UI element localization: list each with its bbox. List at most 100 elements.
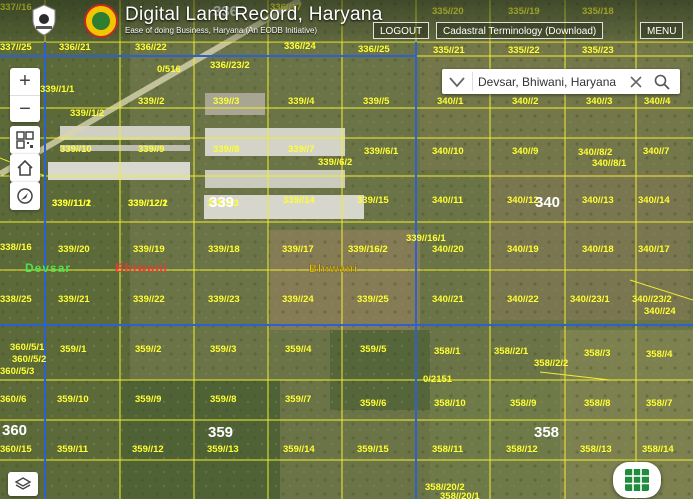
parcel-label[interactable]: 339//19 [133, 244, 165, 255]
logout-button[interactable]: LOGOUT [373, 22, 430, 39]
parcel-label[interactable]: 359//1 [60, 344, 87, 355]
parcel-label[interactable]: 360//5/3 [0, 366, 34, 377]
parcel-label[interactable]: 339//16/2 [348, 244, 388, 255]
parcel-label[interactable]: 340//11 [432, 195, 464, 206]
parcel-label[interactable]: 360//5/2 [12, 354, 46, 365]
parcel-label[interactable]: 359//14 [283, 444, 315, 455]
parcel-label[interactable]: 339//23 [208, 294, 240, 305]
parcel-label[interactable]: 337//25 [0, 42, 32, 53]
parcel-label[interactable]: 340//9 [512, 146, 538, 157]
parcel-label[interactable]: 359//4 [285, 344, 312, 355]
parcel-label[interactable]: 338//25 [0, 294, 32, 305]
parcel-label[interactable]: 340//1 [437, 96, 464, 107]
parcel-label[interactable]: 0/516 [157, 64, 181, 75]
parcel-label[interactable]: 358//4 [646, 349, 673, 360]
parcel-label[interactable]: 339//4 [288, 96, 315, 107]
parcel-label[interactable]: 338//16 [0, 242, 32, 253]
parcel-label[interactable]: 359//3 [210, 344, 236, 355]
parcel-label[interactable]: 359//8 [210, 394, 236, 405]
parcel-label[interactable]: 359//12 [132, 444, 164, 455]
parcel-label[interactable]: 339//21 [58, 294, 90, 305]
parcel-label[interactable]: 359//7 [285, 394, 311, 405]
parcel-label[interactable]: 339//22 [133, 294, 165, 305]
parcel-label[interactable]: 340//24 [644, 306, 676, 317]
layers-button[interactable] [8, 472, 38, 496]
parcel-label[interactable]: 339//10 [60, 144, 92, 155]
parcel-label[interactable]: 336//21 [59, 42, 91, 53]
parcel-label[interactable]: 0/2151 [423, 374, 453, 385]
parcel-label[interactable]: 335//23 [582, 45, 614, 56]
parcel-label[interactable]: 335//22 [508, 45, 540, 56]
parcel-label[interactable]: 359//15 [357, 444, 389, 455]
parcel-label[interactable]: 339//9 [138, 144, 164, 155]
cadastral-terminology-download-button[interactable]: Cadastral Terminology (Download) [436, 22, 604, 39]
parcel-label[interactable]: 358//2/2 [534, 358, 568, 369]
parcel-label[interactable]: 340//23/1 [570, 294, 610, 305]
parcel-label[interactable]: 339//8 [213, 144, 239, 155]
parcel-label[interactable]: 340//17 [638, 244, 670, 255]
parcel-label[interactable]: 359//10 [57, 394, 89, 405]
parcel-label[interactable]: 358//14 [642, 444, 674, 455]
parcel-label[interactable]: 358//2/1 [494, 346, 529, 357]
parcel-label[interactable]: 339//2 [138, 96, 164, 107]
parcel-label[interactable]: 358//1 [434, 346, 461, 357]
parcel-label[interactable]: 358//9 [510, 398, 536, 409]
parcel-label[interactable]: 360//15 [0, 444, 32, 455]
parcel-label[interactable]: 340//21 [432, 294, 464, 305]
parcel-label[interactable]: 339//15 [357, 195, 389, 206]
parcel-label[interactable]: 336//24 [284, 41, 316, 52]
parcel-label[interactable]: 360//5/1 [10, 342, 45, 353]
parcel-label[interactable]: 358//3 [584, 348, 610, 359]
parcel-label[interactable]: 340//12 [507, 195, 539, 206]
parcel-label[interactable]: 340//10 [432, 146, 464, 157]
parcel-label[interactable]: 339//18 [208, 244, 240, 255]
parcel-label[interactable]: 336//22 [135, 42, 167, 53]
parcel-label[interactable]: 359//13 [207, 444, 239, 455]
parcel-label[interactable]: 358//12 [506, 444, 538, 455]
parcel-label[interactable]: 360//6 [0, 394, 26, 405]
menu-button[interactable]: MENU [640, 22, 684, 39]
parcel-label[interactable]: 339//25 [357, 294, 389, 305]
parcel-label[interactable]: 339//6/1 [364, 146, 399, 157]
parcel-label[interactable]: 358//11 [432, 444, 464, 455]
parcel-label[interactable]: 339//1/2 [70, 108, 104, 119]
parcel-label[interactable]: 335//21 [433, 45, 465, 56]
qr-code-button[interactable] [10, 126, 40, 154]
parcel-label[interactable]: 340//2 [512, 96, 538, 107]
parcel-label[interactable]: 339//17 [282, 244, 314, 255]
parcel-label[interactable]: 339//6/2 [318, 157, 352, 168]
parcel-label[interactable]: 339//1/1 [40, 84, 75, 95]
parcel-label[interactable]: 336//25 [358, 44, 390, 55]
parcel-label[interactable]: 339//3 [213, 96, 239, 107]
search-icon[interactable] [654, 74, 670, 90]
parcel-label[interactable]: 339//24 [282, 294, 314, 305]
parcel-label[interactable]: 340//8/2 [578, 147, 612, 158]
parcel-label[interactable]: 339//11/2 [52, 198, 91, 209]
parcel-label[interactable]: 339//16/1 [406, 233, 446, 244]
parcel-label[interactable]: 358//10 [434, 398, 466, 409]
parcel-label[interactable]: 340//7 [643, 146, 669, 157]
parcel-label[interactable]: 358//7 [646, 398, 672, 409]
parcel-label[interactable]: 358//13 [580, 444, 612, 455]
parcel-label[interactable]: 340//8/1 [592, 158, 627, 169]
parcel-label[interactable]: 358//8 [584, 398, 610, 409]
parcel-label[interactable]: 359//2 [135, 344, 161, 355]
zoom-in-button[interactable]: + [10, 68, 40, 95]
parcel-label[interactable]: 339//14 [283, 195, 315, 206]
parcel-label[interactable]: 340//3 [586, 96, 612, 107]
parcel-label[interactable]: 359//6 [360, 398, 386, 409]
home-button[interactable] [10, 154, 40, 182]
parcel-label[interactable]: 340//13 [582, 195, 614, 206]
parcel-label[interactable]: 358//20/1 [440, 491, 480, 499]
grid-view-button[interactable] [613, 462, 661, 498]
parcel-label[interactable]: 340//22 [507, 294, 539, 305]
parcel-label[interactable]: 340//20 [432, 244, 464, 255]
zoom-out-button[interactable]: − [10, 95, 40, 123]
locate-button[interactable] [10, 182, 40, 210]
parcel-label[interactable]: 340//23/2 [632, 294, 672, 305]
parcel-label[interactable]: 339//20 [58, 244, 90, 255]
parcel-label[interactable]: 340//19 [507, 244, 539, 255]
parcel-label[interactable]: 339//7 [288, 144, 314, 155]
parcel-label[interactable]: 340//18 [582, 244, 614, 255]
parcel-label[interactable]: 359//5 [360, 344, 387, 355]
